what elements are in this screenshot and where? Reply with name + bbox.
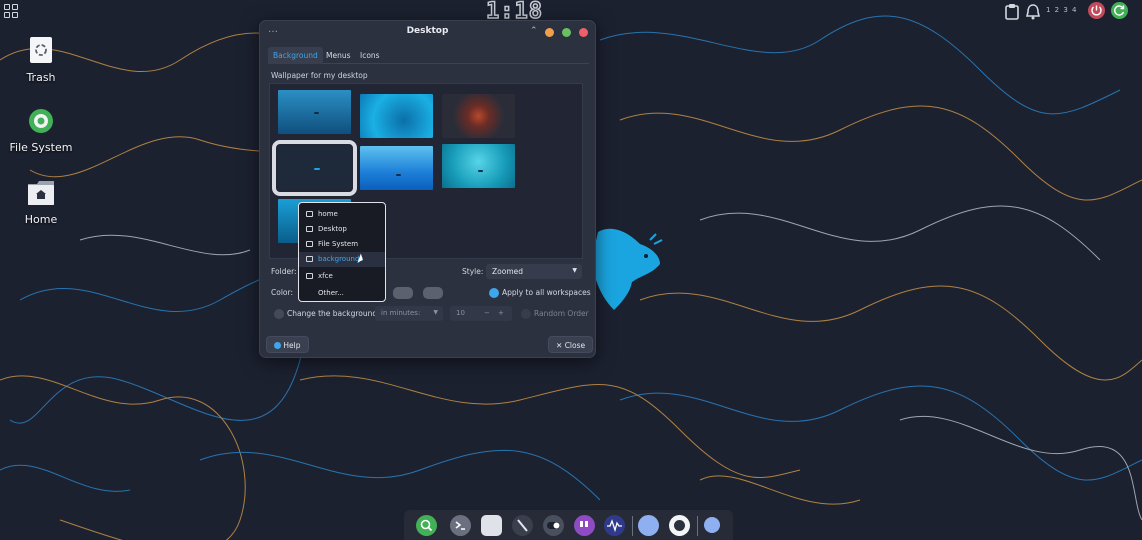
apply-all-label: Apply to all workspaces	[502, 288, 591, 297]
clipboard-icon[interactable]	[1004, 3, 1020, 20]
top-panel: 1:18 1 2 3 4	[0, 0, 1142, 25]
menu-item-file-system[interactable]: File System	[299, 237, 385, 252]
camera-icon[interactable]	[669, 515, 690, 536]
minimize-button[interactable]	[545, 28, 554, 37]
tab-background[interactable]: Background	[268, 47, 323, 64]
chevron-down-icon: ▼	[572, 267, 577, 274]
color-swatch-primary[interactable]	[393, 287, 413, 299]
maximize-button[interactable]	[562, 28, 571, 37]
style-label: Style:	[462, 267, 484, 276]
power-icon[interactable]	[1088, 2, 1105, 19]
folder-icon	[306, 273, 313, 279]
drive-icon	[306, 241, 313, 247]
interval-spinbox[interactable]: 10 − +	[450, 306, 512, 321]
home-icon	[306, 211, 313, 217]
close-label: Close	[564, 341, 586, 350]
desktop-icon-trash[interactable]: Trash	[1, 36, 81, 84]
desktop-settings-window: … Desktop ⌃ Background Menus Icons Wallp…	[259, 20, 596, 358]
file-system-icon	[29, 109, 53, 133]
dock-separator	[632, 516, 633, 536]
desktop-icon-label: Trash	[26, 71, 56, 84]
desktop-icon-label: File System	[9, 141, 73, 154]
menu-item-label: Desktop	[318, 225, 347, 233]
toggle-icon[interactable]	[543, 515, 564, 536]
files-icon[interactable]	[481, 515, 502, 536]
apply-all-checkbox[interactable]	[489, 288, 499, 298]
window-titlebar[interactable]: … Desktop ⌃	[260, 21, 595, 43]
interval-unit-dropdown[interactable]: in minutes: ▼	[375, 306, 443, 321]
menu-item-backgrounds[interactable]: backgrounds	[299, 252, 385, 267]
menu-item-xfce[interactable]: xfce	[299, 269, 385, 284]
help-button[interactable]: Help	[266, 336, 309, 353]
menu-item-label: xfce	[318, 272, 333, 280]
wallpaper-thumbnail-selected[interactable]	[272, 140, 357, 196]
wallpaper-thumbnail[interactable]	[442, 94, 515, 138]
menu-item-home[interactable]: home	[299, 207, 385, 222]
decrement-button[interactable]: −	[484, 309, 490, 317]
random-order-label: Random Order	[534, 309, 589, 318]
dock-separator	[697, 516, 698, 536]
change-background-checkbox[interactable]	[274, 309, 284, 319]
chevron-down-icon: ▼	[433, 309, 438, 316]
notification-bell-icon[interactable]	[1025, 3, 1041, 20]
interval-unit-value: in minutes:	[381, 309, 421, 317]
refresh-icon[interactable]	[1111, 2, 1128, 19]
close-window-button[interactable]	[579, 28, 588, 37]
pen-icon[interactable]	[512, 515, 533, 536]
interval-number: 10	[456, 309, 465, 317]
home-folder-icon	[28, 181, 54, 205]
help-label: Help	[283, 341, 301, 350]
folder-icon	[306, 256, 313, 262]
color-label: Color:	[271, 288, 293, 297]
increment-button[interactable]: +	[498, 309, 504, 317]
desktop-icon-home[interactable]: Home	[1, 180, 81, 226]
random-order-checkbox[interactable]	[521, 309, 531, 319]
dock	[404, 510, 733, 540]
folder-popup-menu: home Desktop File System backgrounds xfc…	[298, 202, 386, 302]
style-value: Zoomed	[492, 267, 523, 276]
menu-item-label: File System	[318, 240, 359, 248]
trash-icon	[30, 37, 52, 63]
bubble-icon[interactable]	[704, 517, 720, 533]
chat-icon[interactable]	[638, 515, 659, 536]
desktop-icon-label: Home	[24, 213, 58, 226]
apps-grid-icon[interactable]	[3, 3, 19, 19]
search-icon[interactable]	[416, 515, 437, 536]
wallpaper-thumbnail[interactable]	[278, 90, 351, 134]
help-icon	[274, 342, 281, 349]
menu-item-other[interactable]: Other...	[299, 286, 385, 301]
terminal-icon[interactable]	[450, 515, 471, 536]
desktop-icon-file-system[interactable]: File System	[1, 108, 81, 154]
color-swatch-secondary[interactable]	[423, 287, 443, 299]
close-icon: ✕	[556, 341, 563, 350]
waveform-icon[interactable]	[604, 515, 625, 536]
shade-icon[interactable]: ⌃	[530, 26, 538, 36]
tab-menus[interactable]: Menus	[321, 47, 356, 64]
tab-icons[interactable]: Icons	[355, 47, 385, 64]
quote-app-icon[interactable]	[574, 515, 595, 536]
close-button[interactable]: ✕ Close	[548, 336, 594, 353]
wallpaper-thumbnail[interactable]	[360, 94, 433, 138]
tab-bar: Background Menus Icons	[268, 47, 589, 64]
desktop-icon	[306, 226, 313, 232]
menu-item-label: Other...	[318, 289, 344, 297]
menu-item-label: home	[318, 210, 338, 218]
menu-item-label: backgrounds	[318, 255, 364, 263]
folder-label: Folder:	[271, 267, 297, 276]
wallpaper-thumbnail[interactable]	[442, 144, 515, 188]
menu-item-desktop[interactable]: Desktop	[299, 222, 385, 237]
workspace-switcher[interactable]: 1 2 3 4	[1046, 6, 1078, 14]
wallpaper-section-label: Wallpaper for my desktop	[271, 71, 368, 80]
change-background-label: Change the background	[287, 309, 378, 318]
style-dropdown[interactable]: Zoomed ▼	[486, 264, 582, 279]
wallpaper-thumbnail[interactable]	[360, 146, 433, 190]
